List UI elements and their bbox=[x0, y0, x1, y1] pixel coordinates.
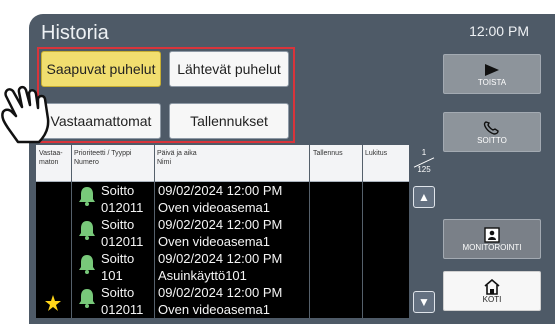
page-number: 1 bbox=[421, 148, 427, 157]
header-recording: Tallennus bbox=[313, 150, 343, 157]
call-date: 09/02/2024 12:00 PM bbox=[158, 217, 283, 232]
caller-name: Asuinkäyttö101 bbox=[158, 268, 247, 283]
call-date: 09/02/2024 12:00 PM bbox=[158, 285, 283, 300]
scroll-down-button[interactable]: ▼ bbox=[413, 291, 435, 313]
clock: 12:00 PM bbox=[469, 23, 529, 39]
home-label: KOTI bbox=[482, 294, 502, 304]
phone-icon bbox=[483, 120, 499, 135]
home-button[interactable]: KOTI bbox=[443, 271, 541, 311]
call-type: Soitto bbox=[101, 217, 135, 232]
monitor-button[interactable]: MONITOROINTI bbox=[443, 219, 541, 259]
person-monitor-icon bbox=[484, 226, 500, 243]
caller-name: Oven videoasema1 bbox=[158, 302, 271, 317]
tab-recordings-label: Tallennukset bbox=[190, 113, 268, 129]
call-type: Soitto bbox=[101, 251, 135, 266]
tab-incoming-calls[interactable]: Saapuvat puhelut bbox=[41, 51, 161, 87]
pager: 1 125 ▲ ▼ bbox=[409, 145, 439, 318]
pointing-hand-icon bbox=[1, 85, 50, 144]
triangle-up-icon: ▲ bbox=[418, 190, 430, 204]
triangle-down-icon: ▼ bbox=[418, 295, 430, 309]
tab-outgoing-label: Lähtevät puhelut bbox=[177, 61, 281, 77]
history-table: Vastaa- maton Prioriteetti / Tyyppi Nume… bbox=[36, 145, 439, 318]
bell-icon bbox=[79, 255, 95, 274]
scroll-up-button[interactable]: ▲ bbox=[413, 186, 435, 208]
table-row[interactable]: Soitto 012011 09/02/2024 12:00 PM Oven v… bbox=[36, 216, 409, 250]
tab-outgoing-calls[interactable]: Lähtevät puhelut bbox=[169, 51, 289, 87]
table-header: Vastaa- maton Prioriteetti / Tyyppi Nume… bbox=[36, 145, 409, 182]
tab-incoming-label: Saapuvat puhelut bbox=[46, 61, 156, 77]
table-row[interactable]: Soitto 101 09/02/2024 12:00 PM Asuinkäyt… bbox=[36, 250, 409, 284]
monitor-label: MONITOROINTI bbox=[462, 242, 522, 252]
call-date: 09/02/2024 12:00 PM bbox=[158, 183, 283, 198]
call-number: 012011 bbox=[101, 200, 144, 215]
header-priority-number: Prioriteetti / Tyyppi Numero bbox=[74, 150, 132, 166]
table-row[interactable]: Soitto 012011 09/02/2024 12:00 PM Oven v… bbox=[36, 182, 409, 216]
tab-missed-label: Vastaamattomat bbox=[50, 113, 152, 129]
call-label: SOITTO bbox=[477, 135, 507, 145]
call-number: 012011 bbox=[101, 234, 144, 249]
tab-missed-calls[interactable]: Vastaamattomat bbox=[41, 103, 161, 139]
play-label: TOISTA bbox=[477, 77, 507, 87]
play-icon bbox=[485, 63, 499, 76]
bell-icon bbox=[79, 187, 95, 206]
call-button[interactable]: SOITTO bbox=[443, 112, 541, 152]
call-type: Soitto bbox=[101, 183, 135, 198]
caller-name: Oven videoasema1 bbox=[158, 200, 271, 215]
call-date: 09/02/2024 12:00 PM bbox=[158, 251, 283, 266]
bell-icon bbox=[79, 221, 95, 240]
call-type: Soitto bbox=[101, 285, 135, 300]
home-icon bbox=[484, 278, 500, 295]
header-lock: Lukitus bbox=[365, 150, 388, 157]
bell-icon bbox=[79, 289, 95, 308]
play-button[interactable]: TOISTA bbox=[443, 54, 541, 94]
header-missed: Vastaa- maton bbox=[39, 150, 63, 166]
page-total: 125 bbox=[417, 165, 431, 174]
call-number: 012011 bbox=[101, 302, 144, 317]
star-icon bbox=[45, 295, 61, 311]
call-number: 101 bbox=[101, 268, 123, 283]
caller-name: Oven videoasema1 bbox=[158, 234, 271, 249]
tab-recordings[interactable]: Tallennukset bbox=[169, 103, 289, 139]
header-date-name: Päivä ja aika Nimi bbox=[157, 150, 197, 166]
page-title: Historia bbox=[41, 22, 109, 44]
history-screen: Historia 12:00 PM Saapuvat puhelut Lähte… bbox=[29, 14, 555, 324]
table-row[interactable]: Soitto 012011 09/02/2024 12:00 PM Oven v… bbox=[36, 284, 409, 318]
